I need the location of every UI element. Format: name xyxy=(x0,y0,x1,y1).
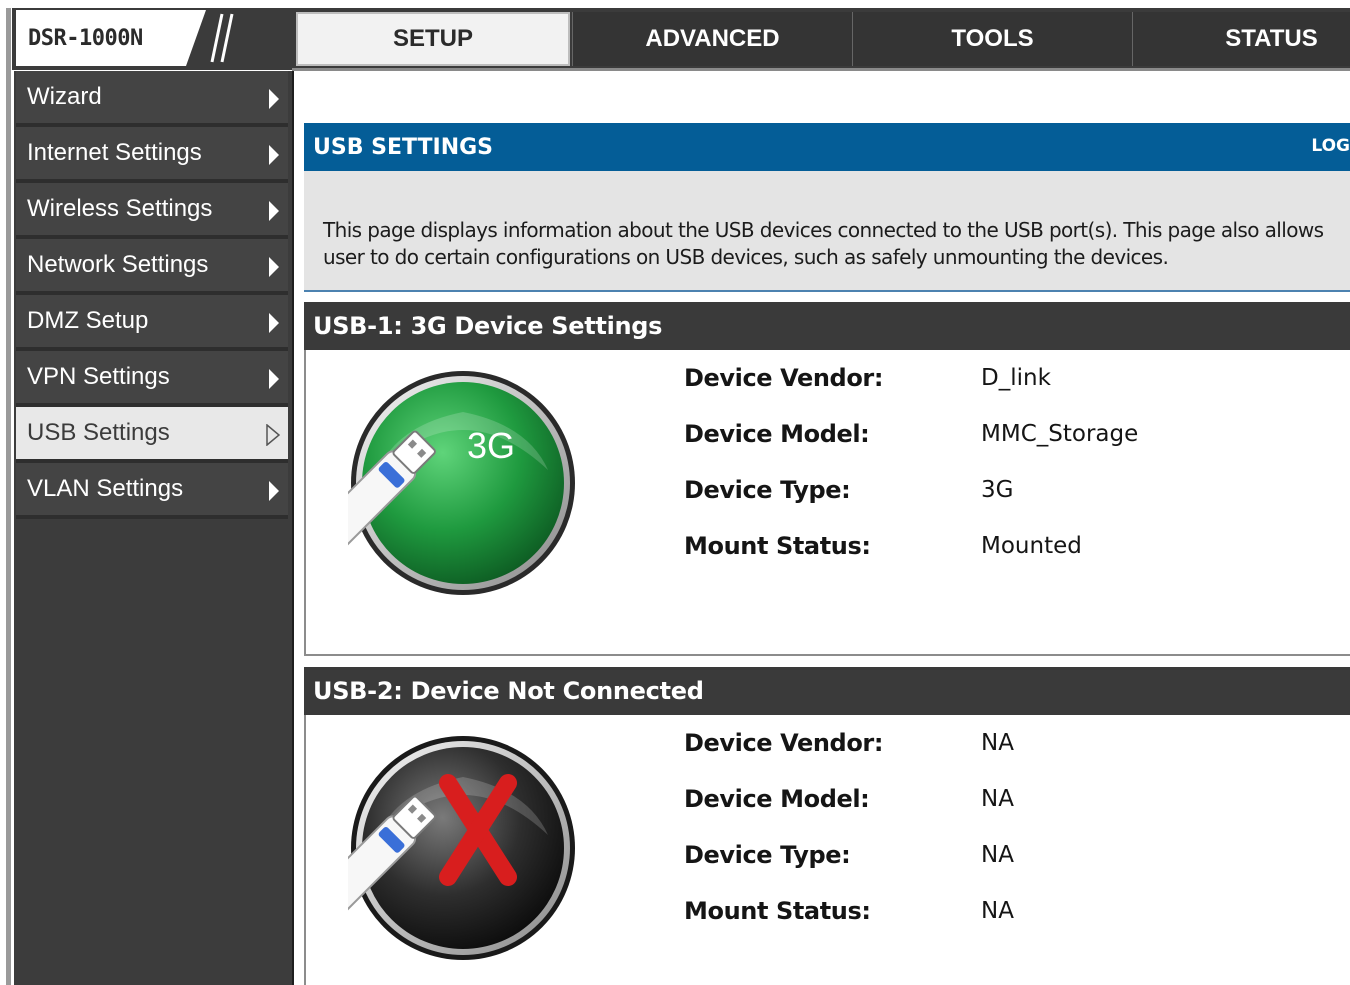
usb2-mount-value: NA xyxy=(981,898,1014,924)
usb2-vendor-value: NA xyxy=(981,730,1014,756)
usb2-type-value: NA xyxy=(981,842,1014,868)
page-description: This page displays information about the… xyxy=(323,218,1324,269)
usb2-section-title: USB-2: Device Not Connected xyxy=(313,677,704,705)
sidebar-item-usb-settings[interactable]: USB Settings xyxy=(16,407,288,463)
usb1-section-header: USB-1: 3G Device Settings xyxy=(304,302,1350,350)
arrow-right-icon xyxy=(269,201,279,221)
sidebar-item-wizard[interactable]: Wizard xyxy=(16,71,288,127)
page-title: USB SETTINGS xyxy=(313,134,494,160)
sidebar-item-vpn-settings[interactable]: VPN Settings xyxy=(16,351,288,407)
usb1-section-title: USB-1: 3G Device Settings xyxy=(313,312,663,340)
sidebar-item-internet-settings[interactable]: Internet Settings xyxy=(16,127,288,183)
sidebar-item-dmz-setup[interactable]: DMZ Setup xyxy=(16,295,288,351)
usb1-model-label: Device Model: xyxy=(684,420,870,448)
svg-text:3G: 3G xyxy=(467,425,515,466)
page-description-box: This page displays information about the… xyxy=(304,171,1350,292)
usb2-model-value: NA xyxy=(981,786,1014,812)
usb2-type-label: Device Type: xyxy=(684,841,851,869)
page-title-bar: USB SETTINGS LOG xyxy=(304,123,1350,171)
usb1-type-label: Device Type: xyxy=(684,476,851,504)
usb1-mount-value: Mounted xyxy=(981,533,1082,559)
window-edge xyxy=(0,0,14,985)
arrow-right-icon xyxy=(269,313,279,333)
arrow-right-icon xyxy=(269,481,279,501)
logout-link[interactable]: LOG xyxy=(1311,136,1350,156)
sidebar-item-wireless-settings[interactable]: Wireless Settings xyxy=(16,183,288,239)
tab-setup[interactable]: SETUP xyxy=(296,12,570,66)
tab-tools[interactable]: TOOLS xyxy=(852,12,1132,66)
arrow-right-icon xyxy=(269,369,279,389)
usb1-section: 3G Device Vendor: D_link Device Model: M… xyxy=(289,350,1350,656)
usb1-type-value: 3G xyxy=(981,477,1014,503)
sidebar-item-vlan-settings[interactable]: VLAN Settings xyxy=(16,463,288,519)
usb2-model-label: Device Model: xyxy=(684,785,870,813)
arrow-right-outline-icon xyxy=(266,424,280,446)
sidebar: Wizard Internet Settings Wireless Settin… xyxy=(14,71,294,985)
main-content: USB SETTINGS LOG This page displays info… xyxy=(289,71,1350,985)
arrow-right-icon xyxy=(269,257,279,277)
device-model-label: DSR-1000N xyxy=(28,25,143,51)
usb1-vendor-value: D_link xyxy=(981,365,1051,391)
usb2-vendor-label: Device Vendor: xyxy=(684,729,884,757)
tab-status[interactable]: STATUS xyxy=(1132,12,1350,66)
usb1-model-value: MMC_Storage xyxy=(981,421,1139,447)
usb2-section-header: USB-2: Device Not Connected xyxy=(304,667,1350,715)
usb-not-connected-icon xyxy=(289,735,578,965)
usb2-mount-label: Mount Status: xyxy=(684,897,871,925)
usb-3g-connected-icon: 3G xyxy=(289,370,578,600)
arrow-right-icon xyxy=(269,145,279,165)
usb2-section: Device Vendor: NA Device Model: NA Devic… xyxy=(289,715,1350,985)
logo-slashes-icon xyxy=(186,10,290,66)
tab-advanced[interactable]: ADVANCED xyxy=(572,12,852,66)
usb1-vendor-label: Device Vendor: xyxy=(684,364,884,392)
arrow-right-icon xyxy=(269,89,279,109)
sidebar-item-network-settings[interactable]: Network Settings xyxy=(16,239,288,295)
usb1-mount-label: Mount Status: xyxy=(684,532,871,560)
device-model-logo: DSR-1000N xyxy=(16,10,186,66)
